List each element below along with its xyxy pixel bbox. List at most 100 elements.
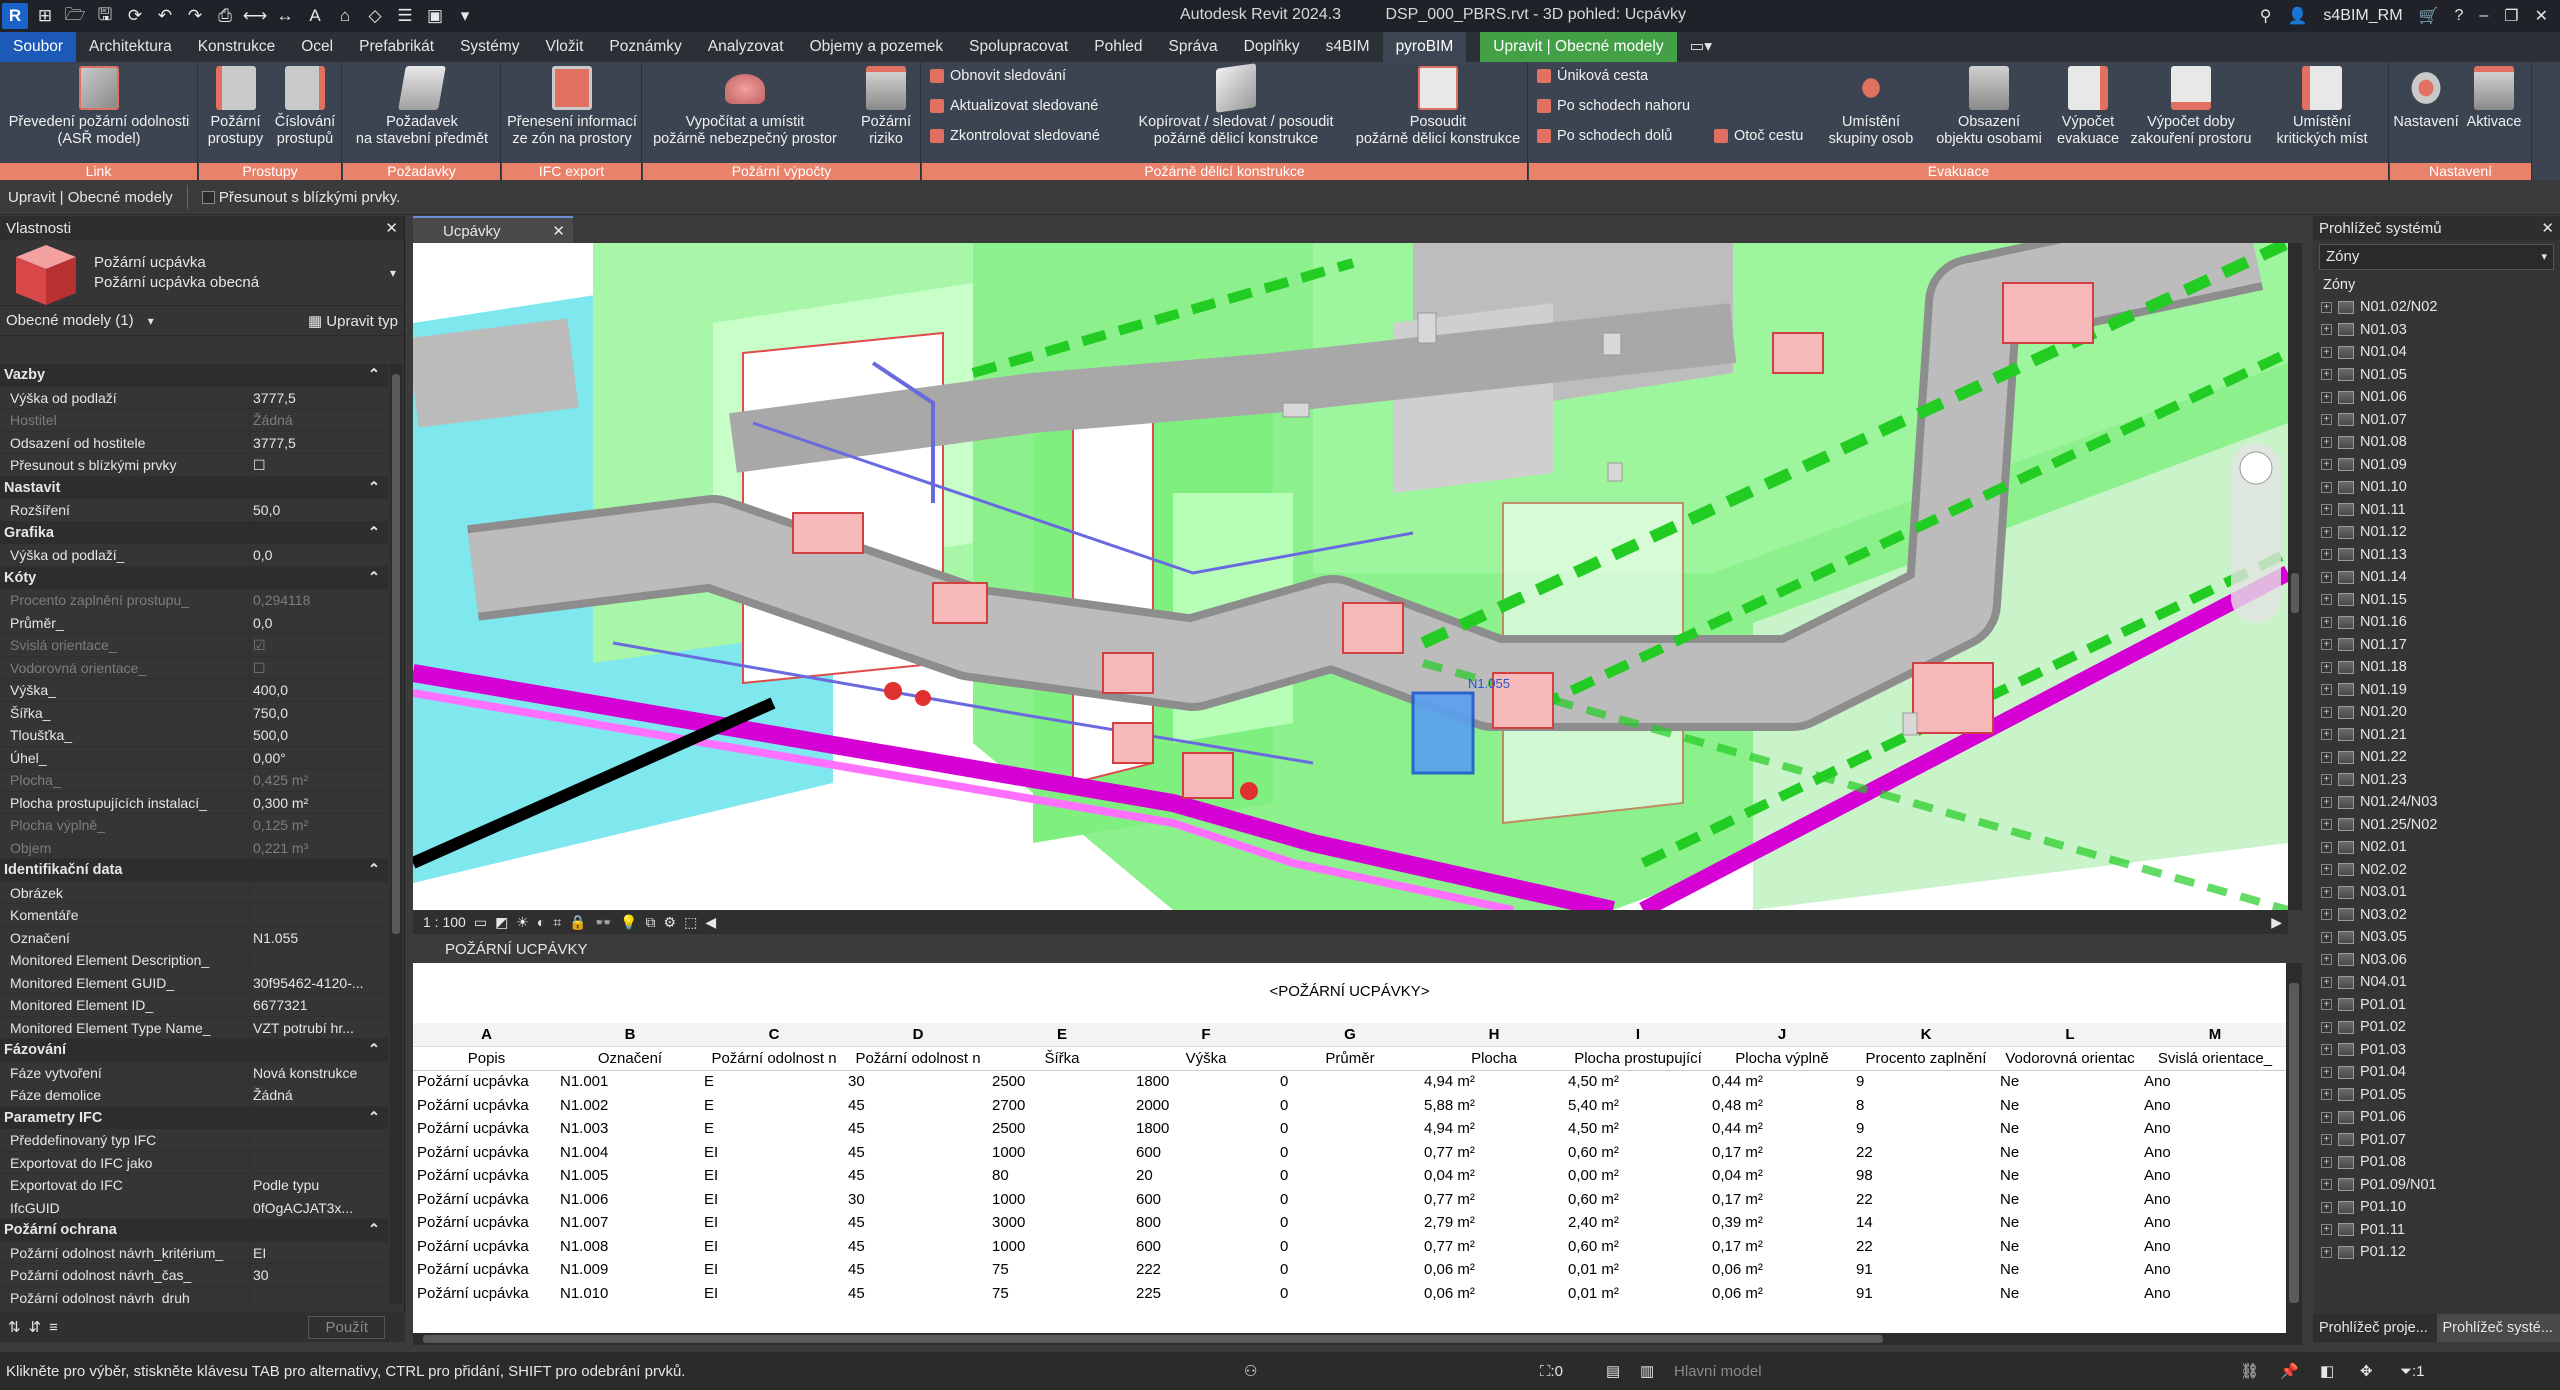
table-cell[interactable]: 2,79 m² — [1420, 1211, 1564, 1235]
table-cell[interactable]: N1.007 — [556, 1211, 700, 1235]
sort-icon[interactable]: ⇅ — [8, 1318, 21, 1336]
edit-type-button[interactable]: ▦ Upravit typ — [308, 312, 398, 330]
visual-style-icon[interactable]: ◩ — [495, 914, 508, 931]
table-cell[interactable]: 0,01 m² — [1564, 1258, 1708, 1282]
table-cell[interactable]: 0,77 m² — [1420, 1188, 1564, 1212]
tab-14[interactable]: s4BIM — [1313, 32, 1383, 62]
tab-9[interactable]: Objemy a pozemek — [797, 32, 957, 62]
tree-item[interactable]: + N01.02/N02 — [2313, 296, 2560, 319]
property-value[interactable]: ☐ — [250, 454, 388, 476]
column-header[interactable]: Procento zaplnění — [1852, 1046, 1996, 1071]
highlight-icon[interactable]: ⬚ — [684, 914, 697, 931]
table-cell[interactable]: Ano — [2140, 1117, 2286, 1141]
tab-4[interactable]: Prefabrikát — [346, 32, 447, 62]
table-cell[interactable]: 1800 — [1132, 1070, 1276, 1094]
table-cell[interactable]: 0,39 m² — [1708, 1211, 1852, 1235]
property-value[interactable] — [250, 1129, 388, 1151]
table-cell[interactable]: 2500 — [988, 1117, 1132, 1141]
table-cell[interactable]: Požární ucpávka — [413, 1211, 556, 1235]
tree-item[interactable]: + P01.08 — [2313, 1151, 2560, 1174]
tree-item[interactable]: + N01.17 — [2313, 634, 2560, 657]
property-group[interactable]: Parametry IFC ⌃ — [0, 1106, 388, 1129]
schedule-tab[interactable]: POŽÁRNÍ UCPÁVKY — [413, 937, 2293, 963]
table-cell[interactable]: EI — [700, 1211, 844, 1235]
table-cell[interactable]: 91 — [1852, 1282, 1996, 1306]
table-cell[interactable]: Požární ucpávka — [413, 1282, 556, 1306]
property-value[interactable]: 0,425 m² — [250, 769, 388, 791]
schedule-scrollbar[interactable] — [2286, 963, 2302, 1333]
expand-icon[interactable]: + — [2321, 819, 2332, 831]
table-cell[interactable]: Ano — [2140, 1258, 2286, 1282]
table-cell[interactable]: 0,60 m² — [1564, 1141, 1708, 1165]
expand-icon[interactable]: + — [2321, 391, 2332, 403]
collapse-icon[interactable]: ⌃ — [368, 364, 380, 387]
table-cell[interactable]: 30 — [844, 1070, 988, 1094]
select-pinned-icon[interactable]: 📌 — [2280, 1362, 2299, 1380]
tree-item[interactable]: + N01.20 — [2313, 701, 2560, 724]
tab-10[interactable]: Spolupracovat — [956, 32, 1081, 62]
table-cell[interactable]: Požární ucpávka — [413, 1094, 556, 1118]
expand-icon[interactable]: + — [2321, 504, 2332, 516]
table-cell[interactable]: 600 — [1132, 1235, 1276, 1259]
3d-view-icon[interactable]: ⌂ — [332, 4, 358, 28]
measure-icon[interactable]: ⟷ — [242, 4, 268, 28]
tree-item[interactable]: + P01.12 — [2313, 1241, 2560, 1264]
table-cell[interactable]: E — [700, 1070, 844, 1094]
table-cell[interactable]: 4,94 m² — [1420, 1070, 1564, 1094]
column-header[interactable]: Plocha — [1420, 1046, 1564, 1071]
expand-icon[interactable]: + — [2321, 369, 2332, 381]
property-value[interactable]: 0,300 m² — [250, 792, 388, 814]
analysis-icon[interactable]: ⚙ — [664, 914, 677, 931]
text-icon[interactable]: A — [302, 4, 328, 28]
table-cell[interactable]: Požární ucpávka — [413, 1235, 556, 1259]
table-cell[interactable]: Ano — [2140, 1282, 2286, 1306]
table-cell[interactable]: 1000 — [988, 1235, 1132, 1259]
convert-fire-resistance-button[interactable]: Převedení požární odolnosti (ASŘ model) — [4, 66, 194, 148]
table-cell[interactable]: 0,17 m² — [1708, 1141, 1852, 1165]
column-header[interactable]: Popis — [413, 1046, 556, 1071]
tree-item[interactable]: + N01.14 — [2313, 566, 2560, 589]
property-value[interactable]: 30 — [250, 1264, 388, 1286]
collapse-icon[interactable]: ⌃ — [368, 1039, 380, 1062]
column-letter[interactable]: D — [844, 1023, 988, 1047]
save-icon[interactable]: 🖫 — [92, 4, 118, 28]
table-cell[interactable]: 45 — [844, 1282, 988, 1306]
column-letter[interactable]: B — [556, 1023, 700, 1047]
tab-5[interactable]: Systémy — [447, 32, 532, 62]
expand-icon[interactable]: + — [2321, 459, 2332, 471]
evacuation-calc-button[interactable]: Výpočet evakuace — [2053, 66, 2123, 148]
chevron-down-icon[interactable]: ▾ — [390, 266, 396, 280]
scroll-right-icon[interactable]: ▶ — [2271, 914, 2282, 931]
expand-icon[interactable]: + — [2321, 639, 2332, 651]
expand-icon[interactable]: + — [2321, 549, 2332, 561]
undo-icon[interactable]: ↶ — [152, 4, 178, 28]
expand-icon[interactable]: + — [2321, 954, 2332, 966]
expand-icon[interactable]: + — [2321, 796, 2332, 808]
expand-icon[interactable]: + — [2321, 1246, 2332, 1258]
design-options-icon[interactable]: ▤ — [1606, 1362, 1620, 1380]
expand-icon[interactable]: + — [2321, 864, 2332, 876]
activation-button[interactable]: Aktivace — [2462, 66, 2526, 131]
tree-item[interactable]: + N01.21 — [2313, 724, 2560, 747]
reveal-icon[interactable]: 💡 — [620, 914, 637, 931]
property-value[interactable]: ☐ — [250, 657, 388, 679]
property-value[interactable]: 6677321 — [250, 994, 388, 1016]
property-value[interactable]: Žádná — [250, 409, 388, 431]
close-icon[interactable]: ✕ — [552, 218, 565, 245]
expand-icon[interactable]: + — [2321, 526, 2332, 538]
search-icon[interactable]: ⚲ — [2260, 6, 2272, 26]
table-cell[interactable]: 1000 — [988, 1141, 1132, 1165]
lock-view-icon[interactable]: 🔒 — [569, 914, 586, 931]
tab-0[interactable]: Soubor — [0, 32, 76, 62]
select-faces-icon[interactable]: ◧ — [2320, 1362, 2334, 1380]
tab-system-browser[interactable]: Prohlížeč systé... — [2436, 1314, 2560, 1342]
table-cell[interactable]: Ne — [1996, 1070, 2140, 1094]
requirement-button[interactable]: Požadavek na stavební předmět — [347, 66, 497, 148]
property-value[interactable]: 3777,5 — [250, 387, 388, 409]
filter-icon[interactable]: ⇵ — [29, 1318, 42, 1336]
column-letter[interactable]: F — [1132, 1023, 1276, 1047]
property-group[interactable]: Identifikační data ⌃ — [0, 859, 388, 882]
tree-item[interactable]: + P01.11 — [2313, 1219, 2560, 1242]
fire-penetrations-button[interactable]: Požární prostupy — [203, 66, 268, 148]
table-cell[interactable]: 0 — [1276, 1235, 1420, 1259]
